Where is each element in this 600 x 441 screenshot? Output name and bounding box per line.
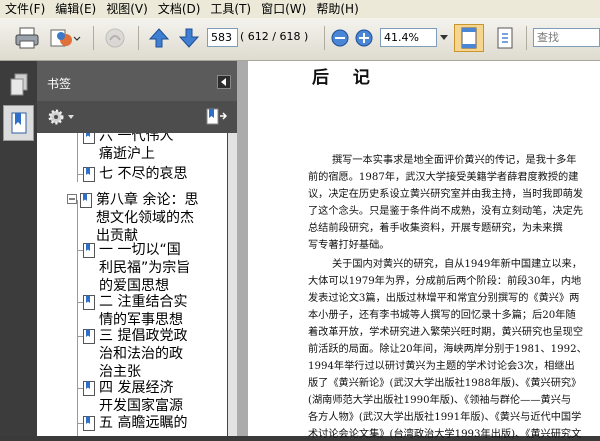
text-line: 1994年举行过以研讨黄兴为主题的学术讨论会3次，相继出 [308,361,575,372]
search-input[interactable]: 查找 [533,28,600,47]
menu-view[interactable]: 视图(V) [101,0,153,18]
menu-file[interactable]: 文件(F) [0,0,50,18]
toolbar-separator [324,26,325,50]
collapse-node-icon[interactable] [67,194,77,204]
menu-document[interactable]: 文档(D) [153,0,206,18]
expand-bookmark-icon [206,108,228,125]
arrow-up-icon [148,28,170,48]
zoom-out-button[interactable] [330,24,350,52]
text-line: (湖南师范大学出版社1990年版)、《领袖与群伦——黄兴与 [308,395,572,406]
toolbar-separator [138,26,139,50]
text-line: 前活跃的局面。除让20年间，海峡两岸分别于1981、1992、 [308,344,587,355]
bookmark-icon [11,112,26,134]
zoom-in-icon [355,29,373,47]
bookmarks-scrollbar[interactable] [228,133,237,436]
page-title: 后 记 [312,68,379,88]
text-line: 发表过论文3篇，出版过林增平和常宜分别撰写的《黄兴》两 [308,293,580,304]
collapse-panel-button[interactable] [217,75,231,89]
text-line: 撰写一本实事求是地全面评价黄兴的传记，是我十多年 [332,155,577,166]
text-line: 议，决定在历史系设立黄兴研究室并由我主持，当时我即萌发 [308,189,584,200]
menu-bar: 文件(F) 编辑(E) 视图(V) 文档(D) 工具(T) 窗口(W) 帮助(H… [0,0,600,18]
panel-header: 书签 [37,61,237,101]
arrow-down-icon [178,28,200,48]
bookmark-label: 第八章 余论：思 [96,192,199,208]
bookmark-label: 六 一代伟人 [99,133,174,144]
next-page-button[interactable] [176,24,202,52]
printer-icon [15,27,39,49]
gear-icon [48,109,74,125]
toolbar-separator [526,26,527,50]
bookmark-label: 五 高瞻远瞩的 [99,415,188,431]
chevron-down-icon [440,35,448,40]
bookmark-icon [83,416,95,431]
bookmark-label: 一 一切以“国 [99,242,181,258]
text-line: 各方人物》(武汉大学出版社1991年版)、《黄兴与近代中国学 [308,412,582,423]
text-line: 前的宿愿。1987年，武汉大学接受美籍学者薛君度教授的建 [308,172,579,183]
zoom-in-button[interactable] [354,24,374,52]
print-button[interactable] [12,24,42,52]
collaborate-button[interactable] [46,24,82,52]
tree-line [77,200,78,436]
pages-icon [10,73,27,96]
text-line: 关于国内对黄兴的研究，自从1949年新中国建立以来， [332,259,583,270]
bookmark-label: 七 不尽的哀思 [99,166,188,182]
text-line: 了这个念头。只是鉴于条件尚不成熟，没有立刻动笔，决定先 [308,206,584,217]
zoom-dropdown-button[interactable] [439,24,449,52]
zoom-input[interactable]: 41.4% [380,28,437,47]
page-count: ( 612 / 618 ) [240,30,309,43]
bookmark-label: 治和法治的政 [99,346,183,362]
bookmarks-panel: 书签 六 一代伟人 痛逝沪上 七 不尽的哀思 第八章 余论：思 想文化领域的杰 … [37,61,237,436]
bookmarks-tab[interactable] [3,105,34,141]
bookmark-label: 利民福”为宗旨 [99,260,191,276]
panel-title: 书签 [47,77,72,91]
bookmark-label: 想文化领域的杰 [96,210,194,226]
chevron-left-icon [221,78,226,86]
bookmark-icon [80,193,92,208]
bookmark-label: 四 发展经济 [99,380,174,396]
menu-window[interactable]: 窗口(W) [256,0,311,18]
menu-edit[interactable]: 编辑(E) [50,0,101,18]
sign-button[interactable] [100,24,130,52]
bookmark-icon [83,329,95,344]
bookmark-label: 三 提倡政党政 [99,328,188,344]
document-page: 后 记 撰写一本实事求是地全面评价黄兴的传记，是我十多年 前的宿愿。1987年，… [248,61,600,440]
sign-icon [105,28,125,48]
full-screen-icon [497,27,513,49]
bookmark-label: 二 注重结合实 [99,294,188,310]
toolbar: 583 ( 612 / 618 ) 41.4% 查找 [0,18,600,61]
page-number-input[interactable]: 583 [207,28,238,47]
panel-toolbar [37,101,237,133]
fit-page-button[interactable] [454,24,484,52]
bookmark-tree: 六 一代伟人 痛逝沪上 七 不尽的哀思 第八章 余论：思 想文化领域的杰 出贡献… [37,133,227,436]
zoom-out-icon [331,29,349,47]
bookmark-icon [83,295,95,310]
text-line: 大体可以1979年为界，分成前后两个阶段：前段30年，内地 [308,276,582,287]
full-screen-button[interactable] [490,24,520,52]
text-line: 版了《黄兴新论》(武汉大学出版社1988年版)、《黄兴研究》 [308,378,582,389]
text-line: 本小册子，还有李书城等人撰写的回忆录十多篇；后20年随 [308,310,576,321]
menu-tools[interactable]: 工具(T) [205,0,256,18]
toolbar-separator [93,26,94,50]
expand-bookmark-button[interactable] [205,107,228,127]
bookmark-icon [83,133,95,144]
bookmark-label: 开发国家富源 [99,398,183,414]
options-button[interactable] [47,107,75,127]
text-line: 总结前段研究，着手收集资料，开展专题研究，为未来撰 [308,223,563,234]
bookmark-icon [83,381,95,396]
previous-page-button[interactable] [146,24,172,52]
bookmark-label: 痛逝沪上 [99,146,155,162]
panel-splitter[interactable] [237,61,248,436]
menu-help[interactable]: 帮助(H) [311,0,363,18]
text-line: 术讨论会论文集》(台湾政治大学1993年出版)、《黄兴研究文 [308,429,582,440]
fit-page-icon [461,27,477,49]
navigation-strip [0,61,37,436]
bookmark-icon [83,243,95,258]
text-line: 着改革开放，学术研究进入繁荣兴旺时期，黄兴研究也呈现空 [308,327,584,338]
text-line: 写专著打好基础。 [308,240,390,251]
pages-tab[interactable] [3,67,34,103]
bookmark-icon [83,167,95,182]
collaborate-icon [50,29,81,47]
